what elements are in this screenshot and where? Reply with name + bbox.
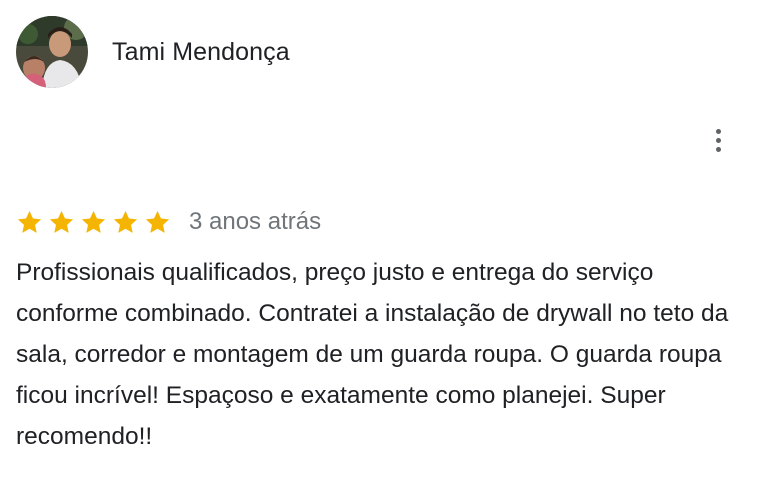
more-options-button[interactable] <box>704 124 732 156</box>
profile-photo-icon <box>16 16 88 88</box>
star-icon <box>145 210 170 233</box>
more-vert-icon <box>715 128 721 134</box>
star-icon <box>49 210 74 233</box>
rating-row: 3 anos atrás <box>16 205 321 239</box>
more-vert-icon-dot <box>715 137 721 143</box>
review-date: 3 anos atrás <box>189 208 322 235</box>
review-header: Tami Mendonça <box>16 16 290 88</box>
avatar[interactable] <box>16 16 88 88</box>
reviewer-name[interactable]: Tami Mendonça <box>112 38 290 67</box>
star-rating <box>16 209 171 236</box>
review-card: Tami Mendonça 3 anos atrás Profissionais… <box>0 0 780 482</box>
star-icon <box>113 210 138 233</box>
star-icon <box>81 210 106 233</box>
star-icon <box>17 210 42 233</box>
more-vert-icon-dot <box>715 146 721 152</box>
review-text: Profissionais qualificados, preço justo … <box>16 259 729 450</box>
